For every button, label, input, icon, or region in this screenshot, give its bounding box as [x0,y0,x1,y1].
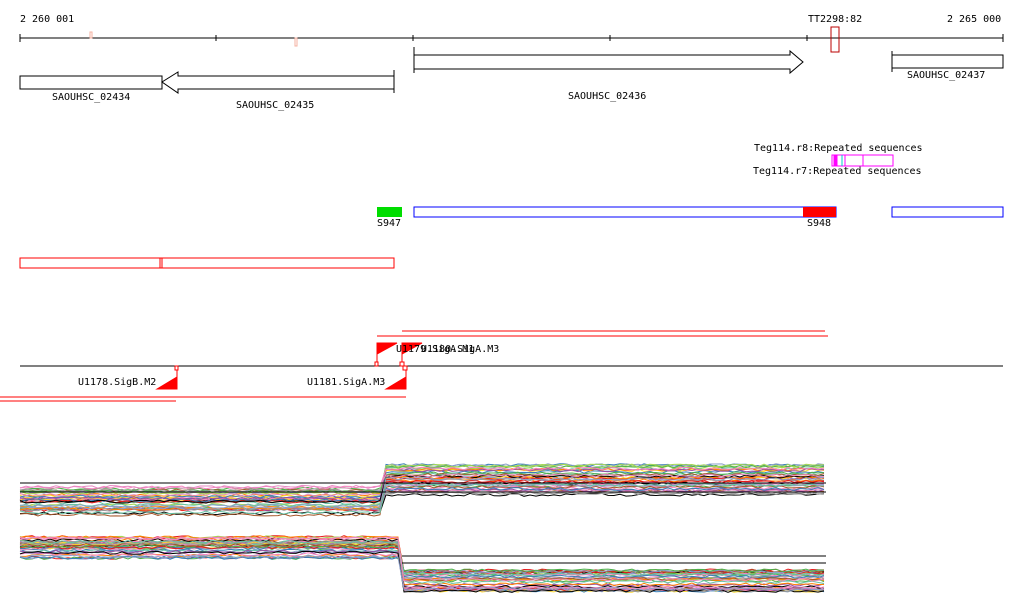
gene-label[interactable]: SAOUHSC_02434 [52,92,130,103]
ruler [19,34,1004,42]
repeat-label[interactable]: Teg114.r8:Repeated sequences [754,143,923,154]
promoter-label[interactable]: U1181.SigA.M3 [307,377,385,388]
segment-label[interactable]: S947 [377,218,401,229]
gene-label[interactable]: SAOUHSC_02437 [907,70,985,81]
terminator-mark[interactable] [830,26,840,53]
repeat-label-overlap[interactable]: Teg114.r7:Repeated sequences [753,166,922,177]
gene-arrows[interactable] [19,47,1004,94]
genome-browser-canvas [0,26,1004,593]
ruler-end: 2 265 000 [947,14,1002,25]
promoter-label[interactable]: U1180.SigA.M3 [421,344,499,355]
gene-label[interactable]: SAOUHSC_02435 [236,100,314,111]
gene-label[interactable]: SAOUHSC_02436 [568,91,646,102]
expression-profiles [19,463,826,593]
segments-track[interactable] [377,206,1004,218]
terminator-label[interactable]: TT2298:82 [808,14,862,25]
segment-label[interactable]: S948 [807,218,831,229]
promoter-label[interactable]: U1178.SigB.M2 [78,377,156,388]
repeat-boxes[interactable] [831,154,894,167]
ruler-start: 2 260 001 [20,14,75,25]
